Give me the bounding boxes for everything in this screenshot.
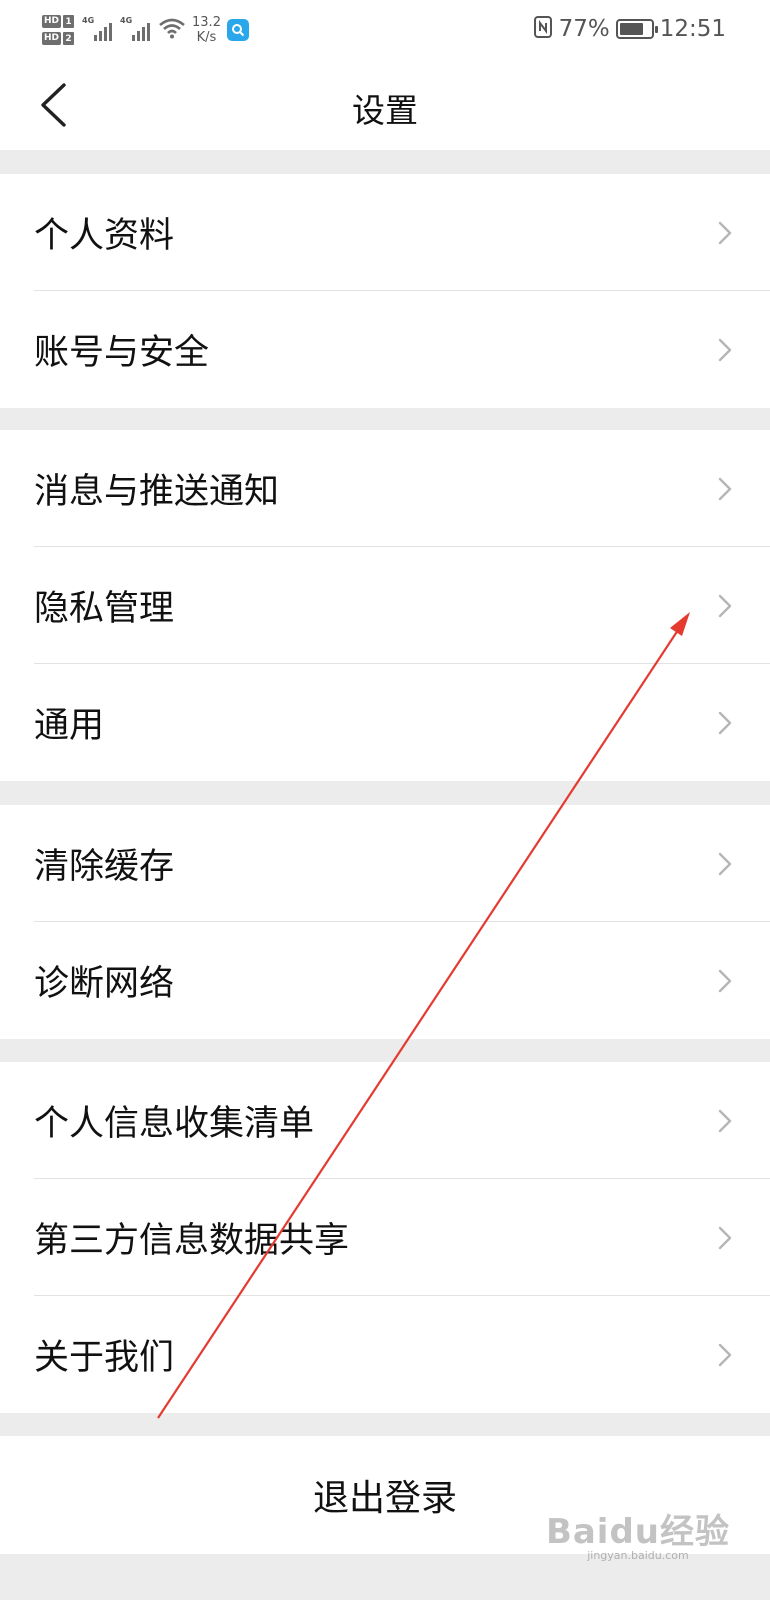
settings-item-network-diagnosis[interactable]: 诊断网络 bbox=[0, 922, 770, 1039]
settings-item-account-security[interactable]: 账号与安全 bbox=[0, 291, 770, 408]
battery-icon bbox=[615, 19, 658, 39]
settings-item-label: 清除缓存 bbox=[34, 847, 175, 887]
clock: 12:51 bbox=[659, 16, 726, 42]
settings-item-privacy[interactable]: 隐私管理 bbox=[0, 547, 770, 664]
settings-group-general: 消息与推送通知 隐私管理 通用 bbox=[0, 430, 770, 781]
signal-icon: 4G bbox=[82, 16, 113, 41]
chevron-right-icon bbox=[718, 711, 732, 734]
chevron-right-icon bbox=[718, 477, 732, 500]
status-bar: HD 1 HD 2 4G 4G 13.2 K/s 77% 12:51 bbox=[0, 0, 770, 58]
settings-item-label: 个人信息收集清单 bbox=[34, 1104, 315, 1144]
chevron-right-icon bbox=[718, 852, 732, 875]
chevron-right-icon bbox=[718, 338, 732, 361]
settings-item-info-collection[interactable]: 个人信息收集清单 bbox=[0, 1062, 770, 1179]
signal-icon: 4G bbox=[120, 16, 151, 41]
logout-label: 退出登录 bbox=[312, 1478, 457, 1519]
settings-item-label: 关于我们 bbox=[34, 1338, 175, 1378]
chevron-right-icon bbox=[718, 1226, 732, 1249]
settings-group-maintenance: 清除缓存 诊断网络 bbox=[0, 805, 770, 1039]
settings-item-notifications[interactable]: 消息与推送通知 bbox=[0, 430, 770, 547]
title-bar: 设置 bbox=[0, 58, 770, 150]
settings-group-about: 个人信息收集清单 第三方信息数据共享 关于我们 bbox=[0, 1062, 770, 1413]
settings-item-label: 第三方信息数据共享 bbox=[34, 1221, 350, 1261]
watermark: Baidu经验 jingyan.baidu.com bbox=[546, 1504, 730, 1562]
settings-item-label: 个人资料 bbox=[34, 216, 175, 256]
settings-item-third-party-sharing[interactable]: 第三方信息数据共享 bbox=[0, 1179, 770, 1296]
network-speed: 13.2 K/s bbox=[192, 15, 221, 45]
chevron-right-icon bbox=[718, 969, 732, 992]
settings-item-label: 隐私管理 bbox=[34, 589, 175, 629]
battery-percent: 77% bbox=[558, 16, 610, 42]
settings-group-account: 个人资料 账号与安全 bbox=[0, 174, 770, 408]
wifi-icon bbox=[158, 17, 186, 43]
hd-badge: HD bbox=[42, 32, 62, 45]
settings-item-clear-cache[interactable]: 清除缓存 bbox=[0, 805, 770, 922]
watermark-logo: Baidu经验 bbox=[545, 1512, 730, 1552]
sim-indicators: HD 1 HD 2 bbox=[42, 15, 75, 45]
settings-item-general[interactable]: 通用 bbox=[0, 664, 770, 781]
chevron-right-icon bbox=[718, 221, 732, 244]
settings-item-about-us[interactable]: 关于我们 bbox=[0, 1296, 770, 1413]
settings-item-label: 诊断网络 bbox=[34, 964, 175, 1004]
chevron-right-icon bbox=[718, 1109, 732, 1132]
page-title: 设置 bbox=[352, 91, 418, 130]
search-app-icon bbox=[226, 19, 249, 41]
chevron-right-icon bbox=[718, 594, 732, 617]
settings-item-profile[interactable]: 个人资料 bbox=[0, 174, 770, 291]
hd-badge: HD bbox=[42, 15, 62, 28]
chevron-right-icon bbox=[718, 1343, 732, 1366]
settings-item-label: 通用 bbox=[34, 706, 105, 746]
settings-item-label: 账号与安全 bbox=[34, 333, 210, 373]
nfc-icon bbox=[533, 15, 553, 44]
settings-item-label: 消息与推送通知 bbox=[34, 472, 280, 512]
